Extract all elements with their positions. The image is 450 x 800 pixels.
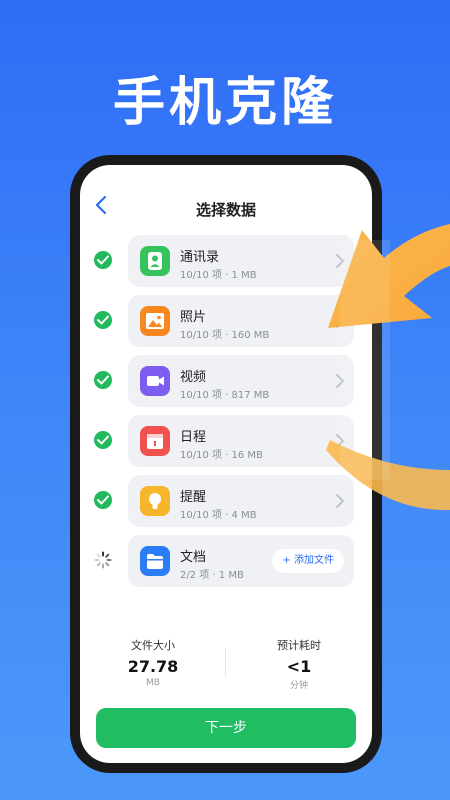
- item-card[interactable]: 视频 10/10 项 · 817 MB: [128, 355, 354, 407]
- item-meta: 2/2 项 · 1 MB: [180, 570, 244, 581]
- check-icon: [94, 311, 112, 329]
- photos-icon: [140, 306, 170, 336]
- stat-label: 预计耗时: [277, 639, 321, 652]
- video-icon: [140, 366, 170, 396]
- list-item-photos[interactable]: 照片 10/10 项 · 160 MB: [80, 295, 372, 347]
- stat-value: <1: [286, 657, 312, 676]
- calendar-icon: [140, 426, 170, 456]
- item-card[interactable]: 通讯录 10/10 项 · 1 MB: [128, 235, 354, 287]
- item-label: 日程: [180, 430, 207, 445]
- list-item-video[interactable]: 视频 10/10 项 · 817 MB: [80, 355, 372, 407]
- chevron-right-icon: [336, 433, 345, 452]
- item-card[interactable]: 文档 2/2 项 · 1 MB + 添加文件: [128, 535, 354, 587]
- next-button[interactable]: 下一步: [96, 708, 356, 748]
- page-title: 选择数据: [195, 201, 256, 219]
- stat-unit: 分钟: [289, 681, 308, 691]
- item-meta: 10/10 项 · 16 MB: [180, 450, 263, 461]
- list-item-documents[interactable]: 文档 2/2 项 · 1 MB + 添加文件: [80, 535, 372, 587]
- check-icon: [94, 251, 112, 269]
- item-label: 提醒: [180, 490, 207, 505]
- check-icon: [94, 431, 112, 449]
- item-label: 视频: [180, 370, 207, 385]
- contacts-icon: [140, 246, 170, 276]
- stat-value: 27.78: [127, 657, 179, 676]
- file-size-stat: 文件大小 27.78 MB: [80, 637, 226, 688]
- summary-stats: 文件大小 27.78 MB 预计耗时 <1 分钟: [80, 637, 372, 697]
- headline: 手机克隆: [112, 73, 337, 133]
- list-item-calendar[interactable]: 日程 10/10 项 · 16 MB: [80, 415, 372, 467]
- nav-bar: 选择数据: [80, 165, 372, 235]
- item-meta: 10/10 项 · 4 MB: [180, 510, 257, 521]
- item-meta: 10/10 项 · 817 MB: [180, 390, 270, 401]
- stat-unit: MB: [146, 678, 160, 688]
- folder-icon: [140, 546, 170, 576]
- item-meta: 10/10 项 · 160 MB: [180, 330, 270, 341]
- lightbulb-icon: [140, 486, 170, 516]
- phone-screen: 选择数据 通讯录 10/10 项 · 1 MB 照片 10/10 项 · 160…: [80, 165, 372, 763]
- item-meta: 10/10 项 · 1 MB: [180, 270, 257, 281]
- item-card[interactable]: 提醒 10/10 项 · 4 MB: [128, 475, 354, 527]
- add-file-button[interactable]: + 添加文件: [272, 549, 344, 573]
- loading-spinner-icon: [94, 551, 112, 569]
- chevron-right-icon: [336, 373, 345, 392]
- chevron-right-icon: [336, 493, 345, 512]
- item-label: 照片: [180, 310, 207, 325]
- check-icon: [94, 491, 112, 509]
- chevron-right-icon: [336, 253, 345, 272]
- list-item-reminders[interactable]: 提醒 10/10 项 · 4 MB: [80, 475, 372, 527]
- estimated-time-stat: 预计耗时 <1 分钟: [226, 637, 372, 691]
- item-card[interactable]: 照片 10/10 项 · 160 MB: [128, 295, 354, 347]
- check-icon: [94, 371, 112, 389]
- chevron-right-icon: [336, 313, 345, 332]
- stat-label: 文件大小: [131, 639, 175, 652]
- item-label: 文档: [180, 550, 207, 565]
- item-label: 通讯录: [180, 250, 220, 265]
- item-card[interactable]: 日程 10/10 项 · 16 MB: [128, 415, 354, 467]
- list-item-contacts[interactable]: 通讯录 10/10 项 · 1 MB: [80, 235, 372, 287]
- phone-frame: 选择数据 通讯录 10/10 项 · 1 MB 照片 10/10 项 · 160…: [70, 155, 382, 773]
